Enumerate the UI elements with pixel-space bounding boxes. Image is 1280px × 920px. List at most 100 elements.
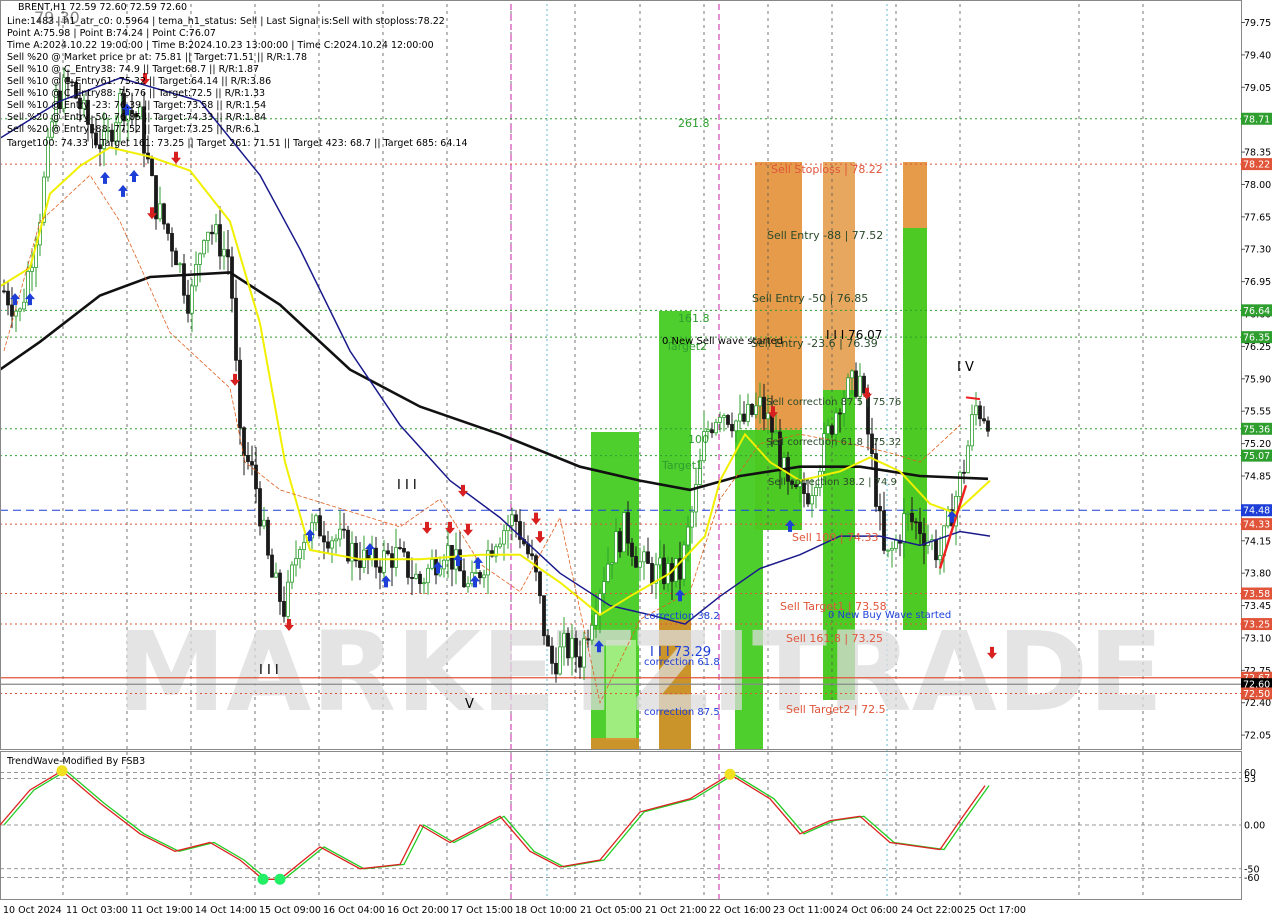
candle [826,425,830,435]
candle [946,509,950,527]
candle [566,632,570,659]
chart-annotation: I I I [259,663,279,678]
candle [390,553,394,568]
candle [742,413,746,422]
candle [210,231,214,235]
candle [154,175,158,220]
wave-dot [257,873,269,885]
candle [690,511,694,528]
candle [674,558,678,582]
candle [878,506,882,512]
candle [782,457,786,470]
candle [418,573,422,585]
candle [594,613,598,626]
candle [538,571,542,597]
candle [238,359,242,429]
chart-annotation: Target1 [661,459,703,472]
time-label: 25 Oct 17:00 [964,905,1026,916]
candle [638,561,642,568]
chart-annotation: I I I 73.29 [650,645,711,660]
time-label: 24 Oct 22:00 [901,905,963,916]
candle [714,421,718,434]
candle [590,624,594,641]
candle [178,263,182,266]
candle [206,231,210,241]
candle [810,495,814,505]
candle [342,528,346,531]
candle [966,445,970,474]
price-tag-label: 78.22 [1243,160,1270,171]
candle [498,543,502,548]
candle [462,570,466,588]
candle [730,424,734,432]
candle [986,420,990,432]
candle [2,290,6,293]
candle [258,488,262,527]
candle [374,547,378,568]
candle [718,416,722,423]
info-line: Sell %20 @ Entry -50: 76.85 || Target:74… [7,112,267,123]
candle [10,304,14,317]
candle [414,573,418,579]
price-tag-label: 72.50 [1243,689,1270,700]
time-label: 16 Oct 04:00 [323,905,385,916]
price-label: 76.95 [1244,277,1271,288]
chart-annotation: Sell correction 61.8 | 75.32 [766,437,901,448]
candle [734,420,738,432]
candle [226,249,230,258]
candle [422,582,426,585]
candle [706,429,710,432]
candle [530,553,534,557]
candle [282,601,286,617]
candle [850,370,854,379]
overlay-number: 79.30 [34,8,80,27]
candle [854,370,858,397]
candle [426,567,430,584]
chart-annotation: V [465,697,474,712]
candle [830,425,834,435]
candle [710,429,714,434]
candle [334,538,338,542]
info-line: Sell %20 @ Entry -88: 77.52 || Target:73… [7,124,261,135]
info-line: Sell %20 @ Market price or at: 75.81 || … [7,52,308,63]
candle [858,375,862,397]
candle [514,514,518,522]
candle [890,547,894,551]
chart-annotation: 161.8 [678,312,710,325]
candle [882,510,886,551]
candle [406,551,410,578]
chart-annotation: Sell correction 87.5 | 75.76 [766,397,901,408]
time-label: 21 Oct 21:00 [645,905,707,916]
time-label: 24 Oct 06:00 [836,905,898,916]
indicator-label: 53 [1244,774,1256,785]
candle [158,203,162,220]
price-tag-label: 76.64 [1243,306,1270,317]
candle [190,285,194,314]
candle [402,548,406,553]
time-label: 23 Oct 11:00 [773,905,835,916]
price-label: 73.80 [1244,569,1271,580]
candle [814,487,818,496]
candle [894,539,898,549]
candle [22,301,26,310]
candle [622,512,626,553]
candle [18,308,22,312]
price-label: 78.00 [1244,180,1271,191]
candle [906,512,910,515]
candle [478,572,482,579]
candle [14,310,18,317]
candle [482,574,486,579]
candle [250,461,254,466]
candle [218,224,222,257]
candle [750,404,754,415]
indicator-label: 0.00 [1244,821,1265,832]
candle [466,583,470,588]
candle [574,637,578,658]
candle [738,413,742,422]
chart-annotation: Sell Target2 | 72.5 [786,703,886,716]
info-line: Point A:75.98 | Point B:74.24 | Point C:… [7,28,216,39]
candle [766,412,770,420]
indicator-title: TrendWave-Modified By FSB3 [6,756,145,767]
candle [682,544,686,580]
chart-annotation: 0 New Buy Wave started [828,610,951,621]
